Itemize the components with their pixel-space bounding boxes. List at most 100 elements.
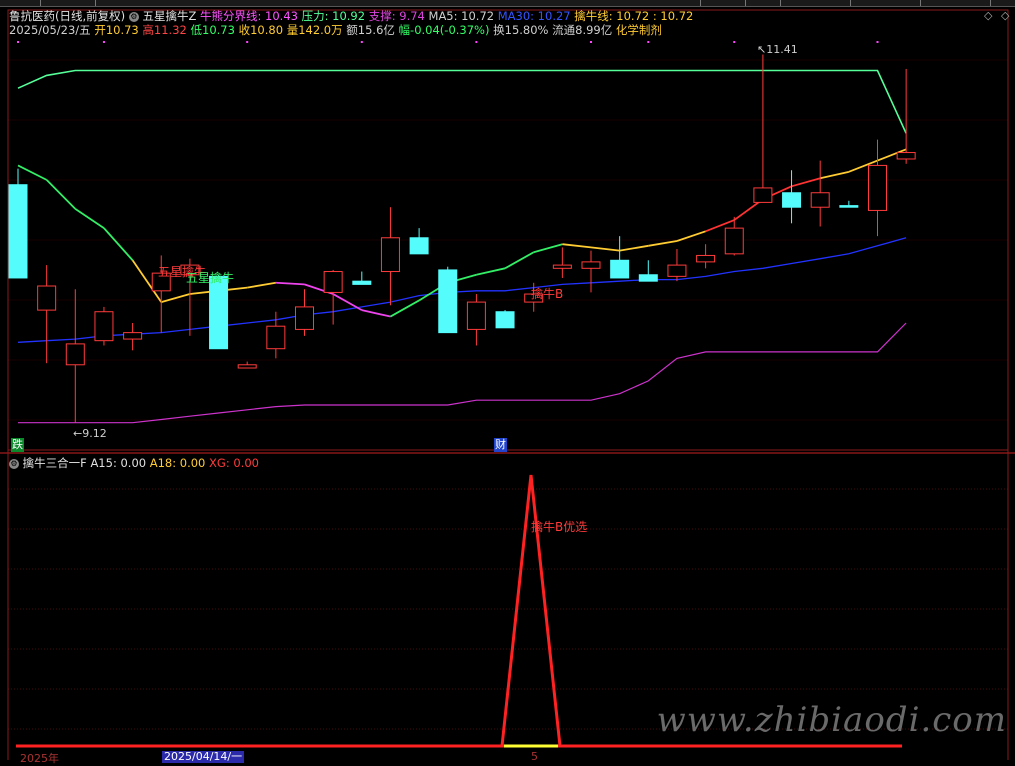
quote-high: 高11.32 bbox=[142, 23, 187, 37]
candle-body bbox=[638, 274, 658, 282]
sub-signal-spike bbox=[500, 474, 562, 747]
main-panel-frame bbox=[7, 9, 1009, 451]
candle-body bbox=[65, 343, 85, 366]
indicator-settings-icon[interactable]: ⚙ bbox=[128, 11, 139, 22]
ma30-value: MA30: 10.27 bbox=[497, 9, 571, 23]
signal-line-segment bbox=[74, 208, 105, 229]
ma30-line bbox=[17, 237, 907, 343]
xg-value: XG: 0.00 bbox=[209, 456, 259, 470]
stock-name[interactable]: 鲁抗医药(日线,前复权) bbox=[9, 9, 125, 23]
quote-date: 2025/05/23/五 bbox=[9, 23, 91, 37]
signal-line-segment bbox=[648, 240, 678, 247]
top-signal-dot bbox=[733, 41, 736, 43]
candle-body bbox=[438, 269, 458, 334]
candle-body bbox=[37, 285, 57, 311]
signal-line-segment bbox=[791, 177, 821, 188]
quote-sector[interactable]: 化学制剂 bbox=[616, 23, 662, 37]
sub-indicator-header: ⚙ 擒牛三合一F A15: 0.00 A18: 0.00 XG: 0.00 bbox=[9, 456, 259, 470]
support-value: 支撑: 9.74 bbox=[368, 9, 425, 23]
candle-body bbox=[610, 259, 630, 279]
arrow-icon: ↖ bbox=[757, 43, 767, 56]
ma5-value: MA5: 10.72 bbox=[428, 9, 495, 23]
candle-body bbox=[295, 306, 314, 330]
signal-line-segment bbox=[17, 164, 48, 181]
indicator-header-row: 鲁抗医药(日线,前复权) ⚙ 五星擒牛Z 牛熊分界线: 10.43 压力: 10… bbox=[9, 9, 693, 23]
candle-body bbox=[8, 184, 28, 279]
bull-line-value: 牛熊分界线: 10.43 bbox=[200, 9, 298, 23]
candle-body bbox=[810, 192, 830, 208]
signal-line-segment bbox=[562, 243, 592, 249]
high-price-marker: ↖11.41 bbox=[757, 44, 798, 56]
quote-close: 收10.80 bbox=[238, 23, 284, 37]
badge-cai[interactable]: 财 bbox=[494, 438, 507, 452]
signal-line-segment bbox=[332, 293, 363, 311]
candle-body bbox=[896, 152, 916, 160]
top-signal-dot bbox=[360, 41, 363, 43]
top-signal-dot bbox=[475, 41, 478, 43]
indicator-settings-icon[interactable]: ⚙ bbox=[9, 458, 19, 469]
candle-body bbox=[581, 261, 601, 269]
candle-body bbox=[753, 187, 773, 203]
low-price-value: 9.12 bbox=[82, 427, 107, 440]
top-signal-dot bbox=[590, 41, 592, 43]
candle-body bbox=[237, 364, 257, 369]
kline-chart[interactable] bbox=[0, 0, 1015, 760]
signal-line-segment bbox=[820, 170, 850, 180]
candle-body bbox=[696, 254, 716, 263]
year-label: 2025年 bbox=[20, 752, 59, 765]
sub-indicator-name[interactable]: 擒牛三合一F bbox=[23, 456, 87, 470]
candle-body bbox=[667, 264, 687, 277]
diamond-icon[interactable]: ◇ bbox=[1001, 9, 1009, 22]
candle-body bbox=[94, 311, 114, 342]
high-price-value: 11.41 bbox=[766, 43, 798, 56]
arrow-icon: ← bbox=[73, 427, 83, 440]
low-price-marker: ←9.12 bbox=[73, 428, 107, 440]
a18-value: A18: 0.00 bbox=[149, 456, 206, 470]
candle-body bbox=[466, 301, 486, 330]
candle-body bbox=[868, 164, 887, 211]
candle-body bbox=[323, 271, 343, 293]
signal-line-segment bbox=[390, 299, 420, 318]
candle-body bbox=[352, 280, 372, 285]
candle-body bbox=[123, 332, 143, 340]
signal-label-b: 擒牛B bbox=[531, 287, 564, 301]
sub-signal-label: 擒牛B优选 bbox=[531, 520, 588, 534]
signal-line-segment bbox=[361, 309, 391, 318]
cursor-date-label: 2025/04/14/一 bbox=[162, 750, 245, 763]
signal-line-segment bbox=[676, 230, 706, 242]
quote-float: 流通8.99亿 bbox=[552, 23, 613, 37]
signal-line-segment bbox=[619, 244, 649, 252]
candle-body bbox=[209, 275, 229, 350]
signal-label-left-2: 五星擒牛 bbox=[186, 271, 235, 285]
top-signal-dot bbox=[876, 41, 879, 43]
top-signal-dot bbox=[246, 41, 249, 43]
candle-body bbox=[495, 311, 515, 329]
signal-line-segment bbox=[504, 251, 535, 270]
quote-low: 低10.73 bbox=[190, 23, 235, 37]
indicator-name[interactable]: 五星擒牛Z bbox=[142, 9, 196, 23]
signal-line-segment bbox=[161, 293, 191, 303]
signal-line-segment bbox=[103, 227, 134, 261]
quote-change: 幅-0.04(-0.37%) bbox=[398, 23, 490, 37]
candle-body bbox=[782, 192, 802, 208]
diamond-icon[interactable]: ◇ bbox=[984, 9, 992, 22]
top-signal-dot bbox=[102, 41, 105, 43]
signal-line-segment bbox=[476, 267, 506, 276]
candle-body bbox=[266, 325, 286, 350]
quote-volume: 量142.0万 bbox=[286, 23, 343, 37]
support-line bbox=[18, 322, 907, 424]
signal-line-segment bbox=[247, 281, 276, 289]
signal-line-segment bbox=[46, 179, 76, 210]
a15-value: A15: 0.00 bbox=[90, 456, 147, 470]
candle-body bbox=[409, 237, 429, 255]
signal-line-segment bbox=[533, 243, 563, 254]
watermark: www.zhibiaodi.com bbox=[656, 700, 1007, 740]
badge-die[interactable]: 跌 bbox=[11, 438, 24, 452]
pressure-line bbox=[17, 69, 907, 134]
candle-body bbox=[380, 237, 400, 273]
quote-turnover: 换15.80% bbox=[493, 23, 549, 37]
month-label: 5 bbox=[531, 750, 538, 763]
candle-body bbox=[839, 205, 859, 208]
quote-info-row: 2025/05/23/五 开10.73 高11.32 低10.73 收10.80… bbox=[9, 23, 662, 37]
candle-body bbox=[552, 264, 572, 269]
